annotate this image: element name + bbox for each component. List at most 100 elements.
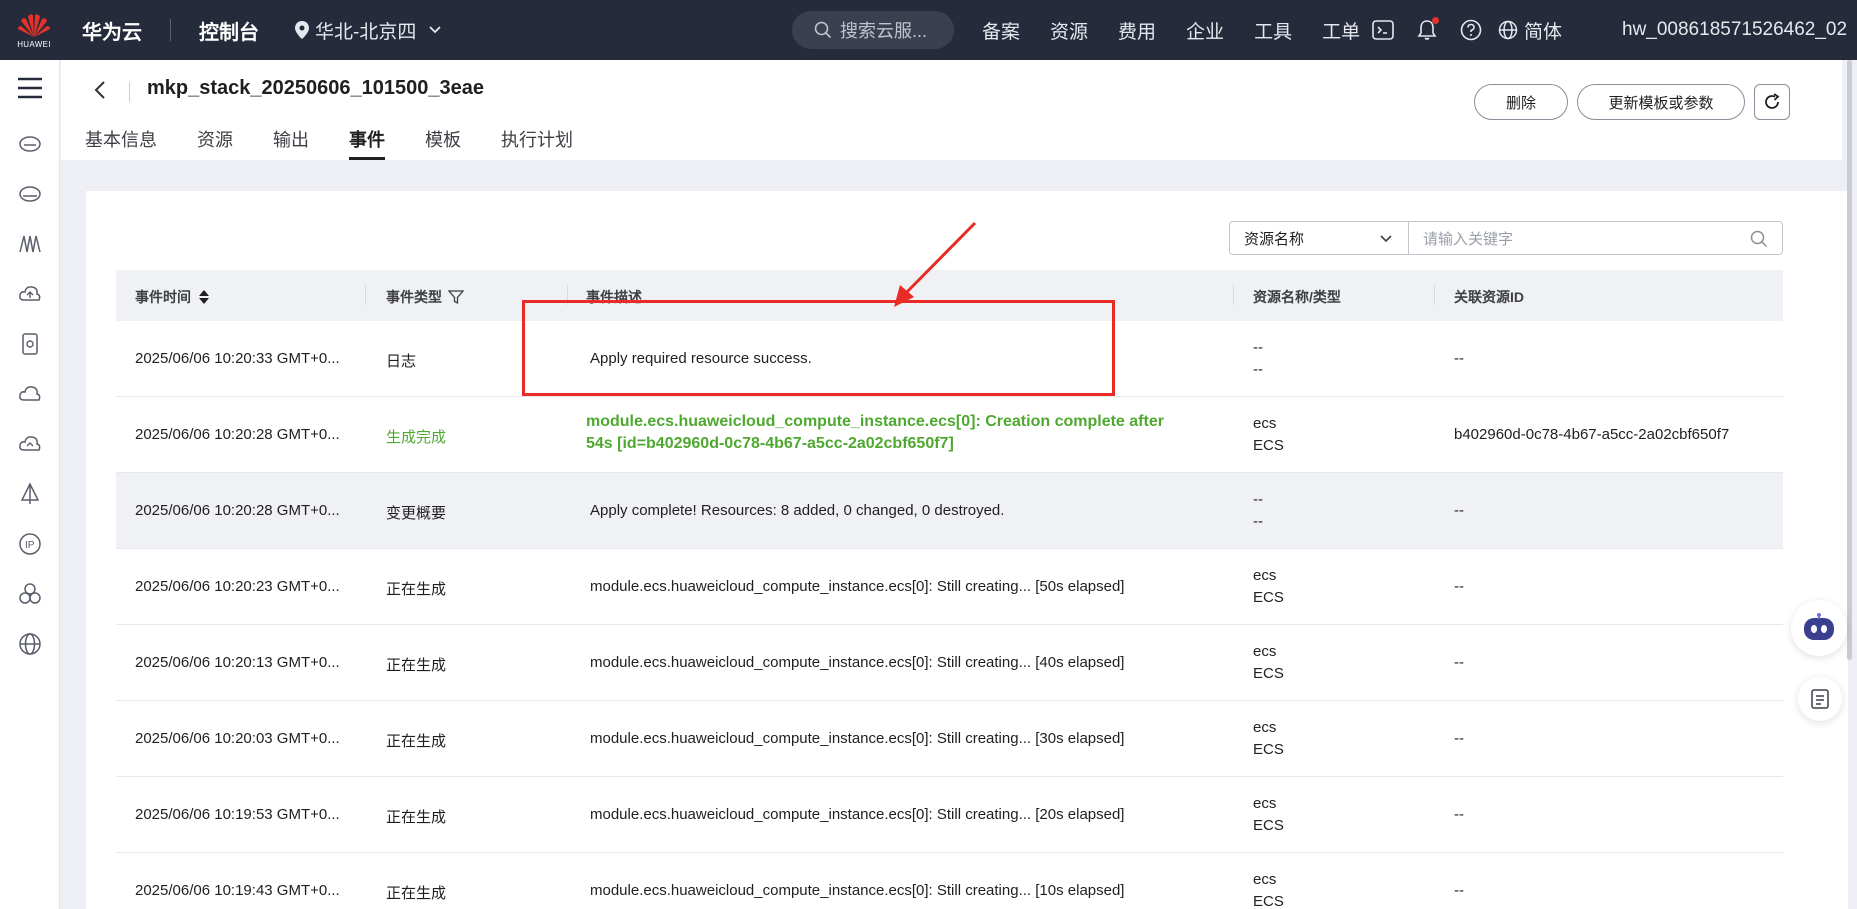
region-selector[interactable]: 华北-北京四 [295,17,442,44]
event-time: 2025/06/06 10:20:13 GMT+0... [135,654,340,671]
divider [129,82,130,102]
column-resource-name-type: 资源名称/类型 [1253,287,1341,307]
nav-link-tools[interactable]: 工具 [1254,17,1292,44]
table-row: 2025/06/06 10:20:28 GMT+0... 生成完成 module… [116,397,1783,473]
event-desc: module.ecs.huaweicloud_compute_instance.… [590,882,1125,899]
tab-bar: 基本信息 资源 输出 事件 模板 执行计划 [85,126,613,160]
column-divider [365,285,366,305]
notification-dot [1432,17,1439,24]
resource-name: ecs [1253,719,1277,736]
cloud-upload-icon[interactable] [18,282,42,306]
help-icon[interactable] [1458,17,1484,43]
feedback-button[interactable] [1798,677,1842,721]
cloud-server-icon[interactable] [18,132,42,156]
resource-type: -- [1253,513,1263,530]
ai-assistant-button[interactable] [1791,600,1847,656]
network-icon[interactable] [18,232,42,256]
brand-name[interactable]: 华为云 [82,16,142,45]
table-row: 2025/06/06 10:20:13 GMT+0... 正在生成 module… [116,625,1783,701]
huawei-petal-icon [18,14,50,38]
global-search[interactable]: 搜索云服... [792,11,954,49]
terminal-icon[interactable] [1370,17,1396,43]
event-type: 变更概要 [386,505,447,522]
globe-icon [1498,20,1518,40]
filter-funnel-icon[interactable] [448,289,464,305]
ip-icon[interactable]: IP [18,532,42,556]
table-row: 2025/06/06 10:19:43 GMT+0... 正在生成 module… [116,853,1783,909]
resource-name: ecs [1253,795,1277,812]
scrollbar[interactable] [1845,60,1855,660]
tab-template[interactable]: 模板 [425,126,461,160]
column-label: 资源名称/类型 [1253,289,1341,305]
search-icon [814,21,832,39]
refresh-button[interactable] [1754,84,1790,120]
resource-name: ecs [1253,871,1277,888]
filter-field-value: 资源名称 [1244,230,1305,248]
user-account[interactable]: hw_008618571526462_02 [1622,0,1847,60]
chevron-down-icon [429,26,441,34]
console-link[interactable]: 控制台 [199,16,259,45]
event-time: 2025/06/06 10:20:28 GMT+0... [135,502,340,519]
column-event-type[interactable]: 事件类型 [386,287,464,307]
resource-name: ecs [1253,643,1277,660]
keyword-search-input[interactable]: 请输入关键字 [1409,221,1783,255]
resource-id: -- [1454,730,1464,747]
cloud-sync-icon[interactable] [18,432,42,456]
divider [170,19,171,41]
tab-execution-plan[interactable]: 执行计划 [501,126,573,160]
nav-link-resources[interactable]: 资源 [1050,17,1088,44]
column-label: 事件时间 [135,289,191,305]
resource-id[interactable]: b402960d-0c78-4b67-a5cc-2a02cbf650f7 [1454,426,1729,443]
table-row: 2025/06/06 10:19:53 GMT+0... 正在生成 module… [116,777,1783,853]
nav-link-enterprise[interactable]: 企业 [1186,17,1224,44]
tab-events[interactable]: 事件 [349,126,385,160]
resource-id: -- [1454,882,1464,899]
tab-outputs[interactable]: 输出 [273,126,309,160]
event-time: 2025/06/06 10:20:03 GMT+0... [135,730,340,747]
column-event-time[interactable]: 事件时间 [135,287,211,307]
highlight-annotation-box [522,300,1115,396]
search-icon[interactable] [1750,230,1768,248]
svg-text:IP: IP [25,540,35,551]
storage-icon[interactable] [18,182,42,206]
resource-id: -- [1454,578,1464,595]
database-icon[interactable] [18,332,42,356]
menu-icon[interactable] [17,77,43,99]
refresh-icon [1765,93,1780,109]
resource-name: ecs [1253,415,1277,432]
event-type: 正在生成 [386,809,447,826]
filter-field-select[interactable]: 资源名称 [1229,221,1409,255]
robot-icon [1804,613,1834,640]
region-label: 华北-北京四 [315,21,417,43]
resource-name: -- [1253,491,1263,508]
column-resource-id: 关联资源ID [1454,287,1524,307]
nav-link-tickets[interactable]: 工单 [1322,17,1360,44]
event-time: 2025/06/06 10:19:53 GMT+0... [135,806,340,823]
nav-link-billing[interactable]: 费用 [1118,17,1156,44]
resource-type: ECS [1253,741,1284,758]
event-time: 2025/06/06 10:20:28 GMT+0... [135,426,340,443]
stack-title: mkp_stack_20250606_101500_3eae [147,77,484,99]
sort-icon[interactable] [197,289,211,305]
back-chevron-icon[interactable] [93,78,107,102]
language-selector[interactable]: 简体 [1498,17,1562,44]
tab-basic-info[interactable]: 基本信息 [85,126,157,160]
update-template-button[interactable]: 更新模板或参数 [1577,84,1745,120]
delete-button[interactable]: 删除 [1474,84,1568,120]
left-service-rail: IP [0,60,60,909]
cluster-icon[interactable] [18,582,42,606]
global-network-icon[interactable] [18,632,42,656]
cloud-icon[interactable] [18,382,42,406]
resource-type: ECS [1253,893,1284,909]
nav-link-filing[interactable]: 备案 [982,17,1020,44]
huawei-logo[interactable]: HUAWEI [0,0,68,60]
tab-resources[interactable]: 资源 [197,126,233,160]
logo-text: HUAWEI [17,40,51,49]
event-desc: module.ecs.huaweicloud_compute_instance.… [590,806,1125,823]
bell-icon[interactable] [1414,17,1440,43]
sail-icon[interactable] [18,482,42,506]
column-label: 关联资源ID [1454,289,1524,305]
table-row: 2025/06/06 10:20:28 GMT+0... 变更概要 Apply … [116,473,1783,549]
event-type: 正在生成 [386,733,447,750]
annotation-arrow-icon [894,221,977,307]
